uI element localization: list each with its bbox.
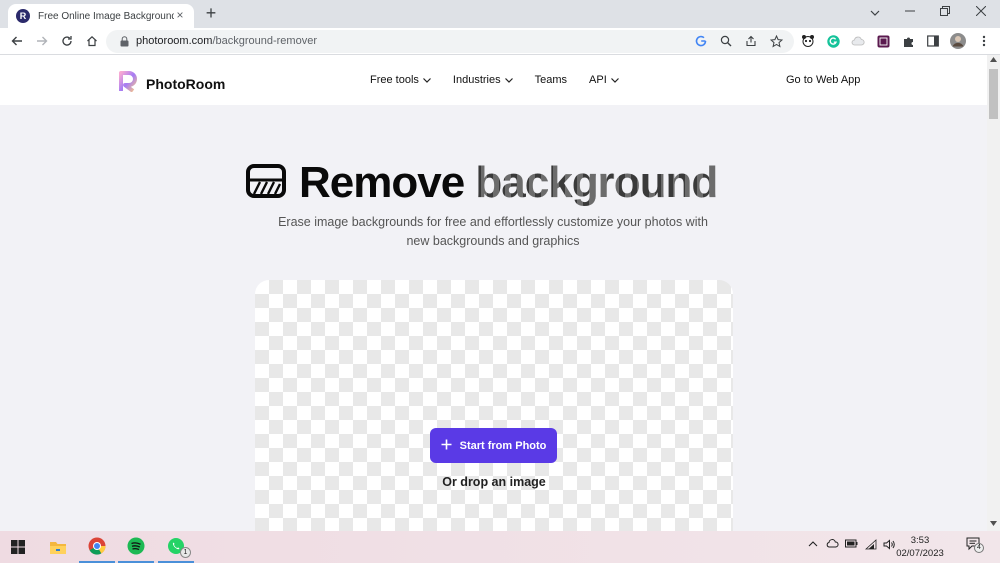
wifi-icon[interactable] bbox=[864, 539, 878, 553]
profile-avatar-icon[interactable] bbox=[949, 32, 967, 50]
clock-date: 02/07/2023 bbox=[896, 548, 944, 559]
browser-tab-strip: R Free Online Image Background R × + bbox=[0, 0, 1000, 28]
nav-item-label: Teams bbox=[534, 74, 568, 86]
background-eraser-icon bbox=[245, 163, 287, 204]
brand-name: PhotoRoom bbox=[146, 75, 226, 92]
start-windows-icon[interactable] bbox=[0, 531, 36, 563]
cloud-extension-icon[interactable] bbox=[849, 32, 867, 50]
url-host: photoroom.com bbox=[136, 35, 213, 47]
home-icon[interactable] bbox=[83, 32, 101, 50]
start-from-photo-label: Start from Photo bbox=[459, 439, 547, 452]
hero-heading-word-background: background bbox=[475, 158, 718, 207]
main-nav: Free tools Industries Teams API bbox=[370, 74, 641, 86]
browser-menu-icon[interactable] bbox=[975, 32, 993, 50]
tab-title: Free Online Image Background R bbox=[38, 10, 174, 22]
photoroom-logo-icon bbox=[118, 70, 138, 97]
reload-icon[interactable] bbox=[58, 32, 76, 50]
url-path: /background-remover bbox=[212, 35, 317, 47]
clock-time: 3:53 bbox=[910, 535, 930, 546]
page-scrollbar[interactable] bbox=[987, 55, 1000, 531]
bookmark-star-icon[interactable] bbox=[767, 32, 785, 50]
nav-item-industries[interactable]: Industries bbox=[453, 74, 513, 86]
grammarly-extension-icon[interactable] bbox=[824, 32, 842, 50]
new-tab-button[interactable]: + bbox=[201, 4, 221, 22]
nav-item-free-tools[interactable]: Free tools bbox=[370, 74, 431, 86]
chevron-down-icon bbox=[504, 76, 513, 85]
taskbar-clock[interactable]: 3:53 02/07/2023 bbox=[896, 534, 944, 560]
brand-logo[interactable]: PhotoRoom bbox=[118, 70, 225, 97]
minimize-icon[interactable] bbox=[895, 2, 925, 22]
onedrive-cloud-icon[interactable] bbox=[826, 539, 839, 551]
back-arrow-icon[interactable] bbox=[8, 32, 26, 50]
notification-count-badge: 4 bbox=[974, 543, 984, 553]
file-explorer-icon[interactable] bbox=[40, 531, 76, 563]
windows-taskbar: 1 3:53 02/07/2023 4 bbox=[0, 531, 1000, 563]
chevron-down-icon bbox=[610, 76, 619, 85]
spotify-icon[interactable] bbox=[118, 531, 154, 563]
plus-icon bbox=[441, 437, 452, 454]
nav-item-label: Free tools bbox=[370, 74, 419, 86]
hero-subtitle: Erase image backgrounds for free and eff… bbox=[278, 215, 708, 248]
side-panel-icon[interactable] bbox=[924, 32, 942, 50]
show-hidden-icons-chevron-icon[interactable] bbox=[808, 539, 818, 550]
purple-extension-icon[interactable] bbox=[874, 32, 892, 50]
site-header: PhotoRoom Free tools Industries Teams AP… bbox=[0, 55, 987, 105]
lock-icon bbox=[115, 32, 133, 50]
whatsapp-badge: 1 bbox=[180, 547, 191, 558]
browser-tab[interactable]: R Free Online Image Background R × bbox=[8, 4, 194, 28]
address-bar[interactable]: photoroom.com/background-remover bbox=[106, 30, 794, 53]
nav-item-label: API bbox=[589, 74, 607, 86]
close-window-icon[interactable] bbox=[966, 2, 996, 22]
battery-icon[interactable] bbox=[845, 539, 858, 551]
photoroom-favicon-icon: R bbox=[16, 9, 30, 23]
google-icon[interactable] bbox=[692, 32, 710, 50]
nav-item-api[interactable]: API bbox=[589, 74, 619, 86]
start-from-photo-button[interactable]: Start from Photo bbox=[430, 428, 557, 463]
chrome-taskbar-icon[interactable] bbox=[79, 531, 115, 563]
scroll-up-arrow-icon[interactable] bbox=[990, 57, 997, 64]
image-drop-zone[interactable]: Start from Photo Or drop an image bbox=[255, 280, 733, 531]
extensions-puzzle-icon[interactable] bbox=[899, 32, 917, 50]
drop-image-text: Or drop an image bbox=[442, 475, 546, 489]
page-content: PhotoRoom Free tools Industries Teams AP… bbox=[0, 55, 987, 531]
notification-center-icon[interactable]: 4 bbox=[966, 537, 984, 554]
hero-title: Remove background bbox=[245, 155, 718, 211]
nav-item-teams[interactable]: Teams bbox=[535, 74, 567, 86]
zoom-icon[interactable] bbox=[717, 32, 735, 50]
nav-item-label: Industries bbox=[452, 74, 501, 86]
whatsapp-icon[interactable]: 1 bbox=[158, 531, 194, 563]
hero-heading-word-remove: Remove bbox=[299, 158, 465, 207]
forward-arrow-icon[interactable] bbox=[33, 32, 51, 50]
tab-close-icon[interactable]: × bbox=[172, 8, 188, 22]
share-icon[interactable] bbox=[742, 32, 760, 50]
chevron-down-icon bbox=[422, 76, 431, 85]
volume-icon[interactable] bbox=[883, 539, 896, 553]
browser-toolbar: photoroom.com/background-remover bbox=[0, 28, 1000, 55]
tab-search-chevron-icon[interactable] bbox=[860, 2, 890, 22]
url-text: photoroom.com/background-remover bbox=[136, 35, 317, 47]
go-to-web-app-link[interactable]: Go to Web App bbox=[786, 74, 860, 86]
panda-extension-icon[interactable] bbox=[799, 32, 817, 50]
restore-icon[interactable] bbox=[930, 2, 960, 22]
scrollbar-thumb[interactable] bbox=[989, 69, 998, 119]
scroll-down-arrow-icon[interactable] bbox=[990, 521, 997, 528]
hero-heading: Remove background bbox=[299, 158, 718, 208]
